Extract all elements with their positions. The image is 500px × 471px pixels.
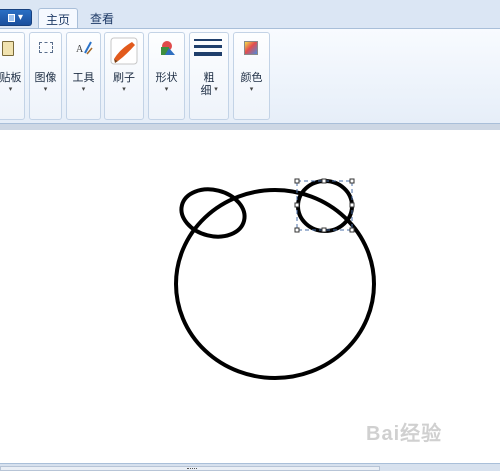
drawing-canvas[interactable]	[0, 130, 500, 463]
image-label: 图像	[34, 72, 57, 84]
large-circle-shape[interactable]	[174, 188, 376, 380]
shapes-icon	[158, 39, 176, 57]
clipboard-icon	[2, 41, 14, 56]
clipboard-dropdown-arrow: ▾	[8, 85, 13, 93]
select-icon	[39, 42, 53, 53]
line-size-icon	[194, 39, 222, 59]
ribbon: 贴板 ▾ 图像 ▾ A 工具 ▾ 刷子 ▾ 形状 ▾ 粗 细 ▾ 颜色 ▾	[0, 28, 500, 124]
ribbon-group-colors[interactable]: 颜色 ▾	[233, 32, 270, 120]
shapes-label: 形状	[155, 72, 178, 84]
brushes-dropdown-arrow: ▾	[122, 85, 126, 93]
image-dropdown-arrow: ▾	[43, 85, 48, 93]
ribbon-group-shapes[interactable]: 形状 ▾	[148, 32, 185, 120]
file-menu-icon	[7, 13, 15, 22]
watermark-logo: Bai经验	[366, 423, 443, 445]
tools-icon: A	[76, 39, 94, 56]
file-menu-button[interactable]: ▾	[0, 9, 32, 26]
right-ear-ellipse[interactable]	[296, 179, 354, 233]
svg-text:A: A	[76, 44, 84, 55]
brush-icon	[110, 37, 138, 65]
ribbon-group-brushes[interactable]: 刷子 ▾	[104, 32, 144, 120]
colors-label: 颜色	[240, 72, 263, 84]
ribbon-group-size[interactable]: 粗 细 ▾	[189, 32, 229, 120]
brushes-label: 刷子	[113, 72, 135, 84]
shapes-dropdown-arrow: ▾	[164, 85, 169, 93]
color-palette-icon	[244, 41, 258, 55]
tools-dropdown-arrow: ▾	[81, 85, 86, 93]
paint-window: ▾ 主页 查看 贴板 ▾ 图像 ▾ A 工具 ▾ 刷子 ▾ 形状 ▾ 粗 细 ▾…	[0, 0, 500, 471]
ribbon-group-image[interactable]: 图像 ▾	[29, 32, 62, 120]
ribbon-tab-row: ▾ 主页 查看	[0, 6, 500, 29]
horizontal-scrollbar[interactable]	[0, 466, 380, 471]
ribbon-group-tools[interactable]: A 工具 ▾	[66, 32, 101, 120]
clipboard-label: 贴板	[0, 72, 22, 84]
colors-dropdown-arrow: ▾	[249, 85, 254, 93]
tools-label: 工具	[72, 72, 95, 84]
ribbon-group-clipboard[interactable]: 贴板 ▾	[0, 32, 25, 120]
tab-view[interactable]: 查看	[84, 8, 120, 28]
size-dropdown-arrow: ▾	[214, 85, 218, 93]
tab-home[interactable]: 主页	[38, 8, 78, 29]
file-menu-arrow: ▾	[17, 12, 24, 23]
